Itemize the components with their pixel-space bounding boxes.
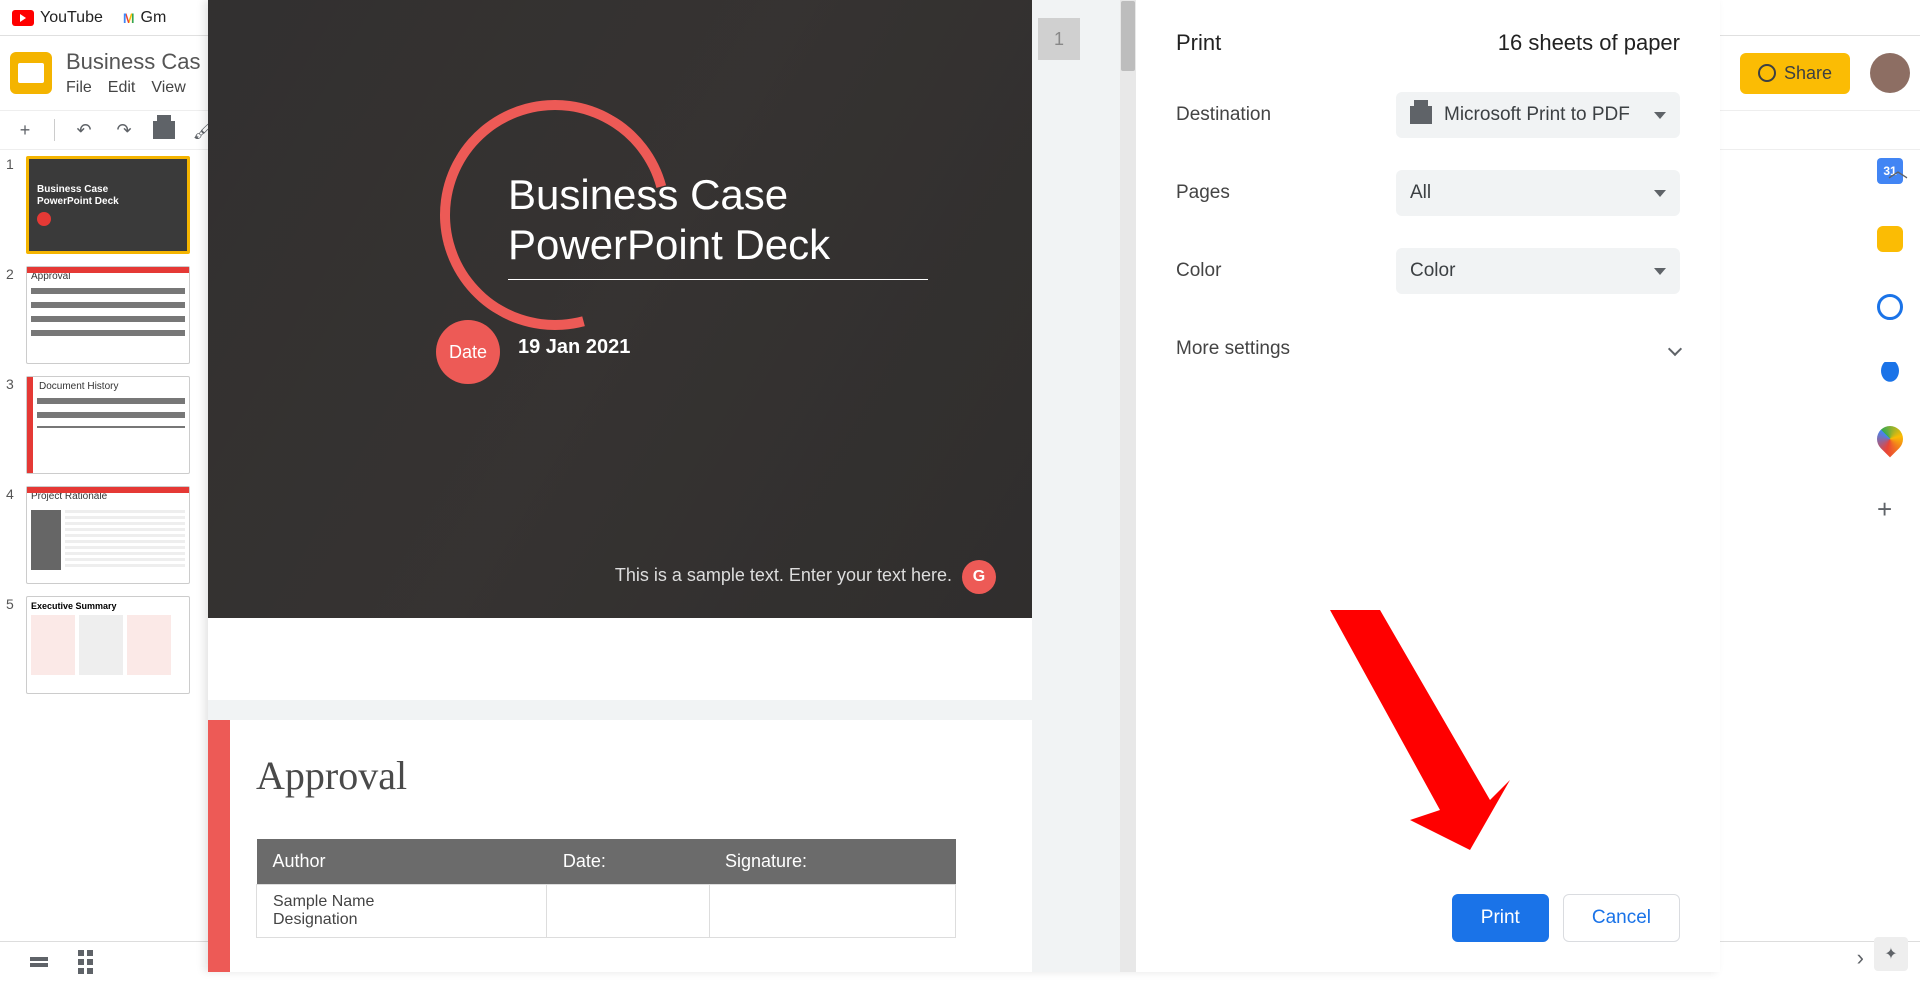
date-value: 19 Jan 2021 xyxy=(518,336,630,359)
keep-icon[interactable] xyxy=(1877,226,1903,252)
g-badge-icon: G xyxy=(962,560,996,594)
preview-page-1: Business Case PowerPoint Deck Date 19 Ja… xyxy=(208,0,1032,700)
thumbnail-5[interactable]: Executive Summary xyxy=(26,596,190,694)
sample-text: This is a sample text. Enter your text h… xyxy=(615,565,952,586)
cancel-button[interactable]: Cancel xyxy=(1563,894,1680,942)
destination-label: Destination xyxy=(1176,104,1396,126)
preview-scrollbar[interactable] xyxy=(1120,0,1136,972)
color-dropdown[interactable]: Color xyxy=(1396,248,1680,294)
chevron-down-icon xyxy=(1654,268,1666,275)
maps-icon[interactable] xyxy=(1872,421,1909,458)
bookmark-label: YouTube xyxy=(40,9,103,27)
pages-label: Pages xyxy=(1176,182,1396,204)
color-value: Color xyxy=(1410,260,1455,282)
slide-title: Business Case PowerPoint Deck xyxy=(508,170,928,280)
printer-icon xyxy=(1410,106,1432,124)
thumbnail-row[interactable]: 3 Document History xyxy=(0,370,208,480)
page-number-badge: 1 xyxy=(1038,18,1080,60)
col-date: Date: xyxy=(547,839,709,885)
thumbnail-row[interactable]: 2 Approval xyxy=(0,260,208,370)
filmstrip-view-icon[interactable] xyxy=(30,957,48,967)
menu-file[interactable]: File xyxy=(66,79,92,97)
print-button[interactable] xyxy=(153,119,175,141)
contacts-icon[interactable] xyxy=(1881,362,1899,384)
approval-table: Author Date: Signature: Sample Name Desi… xyxy=(256,839,956,938)
slides-logo-icon[interactable] xyxy=(10,52,52,94)
more-settings-toggle[interactable]: More settings xyxy=(1176,326,1680,372)
page2-heading: Approval xyxy=(208,720,1032,799)
tasks-icon[interactable] xyxy=(1877,294,1903,320)
thumbnail-row[interactable]: 1 Business Case PowerPoint Deck xyxy=(0,150,208,260)
bookmark-label: Gm xyxy=(141,9,167,27)
date-badge-icon xyxy=(37,212,51,226)
chevron-down-icon xyxy=(1654,190,1666,197)
menu-edit[interactable]: Edit xyxy=(108,79,136,97)
col-signature: Signature: xyxy=(709,839,956,885)
chevron-down-icon xyxy=(1668,342,1682,356)
destination-value: Microsoft Print to PDF xyxy=(1444,104,1630,126)
thumbnail-4[interactable]: Project Rationale xyxy=(26,486,190,584)
share-icon xyxy=(1758,64,1776,82)
preview-page-2: Approval Author Date: Signature: Sample … xyxy=(208,720,1032,972)
bookmark-youtube[interactable]: YouTube xyxy=(12,9,103,27)
gmail-icon: M xyxy=(123,10,135,26)
thumbnail-3[interactable]: Document History xyxy=(26,376,190,474)
slide-content: Business Case PowerPoint Deck Date 19 Ja… xyxy=(208,0,1032,618)
print-settings-pane: Print 16 sheets of paper Destination Mic… xyxy=(1136,0,1720,972)
date-badge: Date xyxy=(436,320,500,384)
chevron-right-icon[interactable]: › xyxy=(1857,945,1864,971)
slide-thumbnails: 1 Business Case PowerPoint Deck 2 Approv… xyxy=(0,150,208,941)
menu-view[interactable]: View xyxy=(151,79,185,97)
pages-value: All xyxy=(1410,182,1431,204)
cell-signature xyxy=(709,885,956,938)
document-title[interactable]: Business Cas xyxy=(66,49,201,75)
new-slide-button[interactable]: + xyxy=(14,119,36,141)
print-preview-pane[interactable]: 1 Business Case PowerPoint Deck Date 19 … xyxy=(208,0,1136,972)
print-title: Print xyxy=(1176,30,1221,56)
undo-button[interactable]: ↶ xyxy=(73,119,95,141)
thumbnail-2[interactable]: Approval xyxy=(26,266,190,364)
share-button[interactable]: Share xyxy=(1740,53,1850,94)
col-author: Author xyxy=(257,839,547,885)
color-label: Color xyxy=(1176,260,1396,282)
add-addon-icon[interactable]: + xyxy=(1877,494,1903,520)
print-dialog: 1 Business Case PowerPoint Deck Date 19 … xyxy=(208,0,1720,972)
red-sidebar-decoration xyxy=(208,720,230,972)
explore-button[interactable]: ✦ xyxy=(1874,937,1908,971)
bookmark-gmail[interactable]: M Gm xyxy=(123,9,166,27)
more-settings-label: More settings xyxy=(1176,338,1290,360)
user-avatar[interactable] xyxy=(1870,53,1910,93)
thumbnail-1[interactable]: Business Case PowerPoint Deck xyxy=(26,156,190,254)
share-label: Share xyxy=(1784,63,1832,84)
destination-dropdown[interactable]: Microsoft Print to PDF xyxy=(1396,92,1680,138)
sheets-info: 16 sheets of paper xyxy=(1498,30,1680,56)
redo-button[interactable]: ↷ xyxy=(113,119,135,141)
thumbnail-row[interactable]: 4 Project Rationale xyxy=(0,480,208,590)
cell-author: Sample Name Designation xyxy=(257,885,547,938)
youtube-icon xyxy=(12,10,34,26)
chevron-down-icon xyxy=(1654,112,1666,119)
pages-dropdown[interactable]: All xyxy=(1396,170,1680,216)
google-sidebar: 31 + xyxy=(1860,150,1920,520)
print-button[interactable]: Print xyxy=(1452,894,1549,942)
thumbnail-row[interactable]: 5 Executive Summary xyxy=(0,590,208,700)
cell-date xyxy=(547,885,709,938)
collapse-sidebar-icon[interactable]: ︿ xyxy=(1888,154,1908,183)
grid-view-icon[interactable] xyxy=(78,950,98,974)
